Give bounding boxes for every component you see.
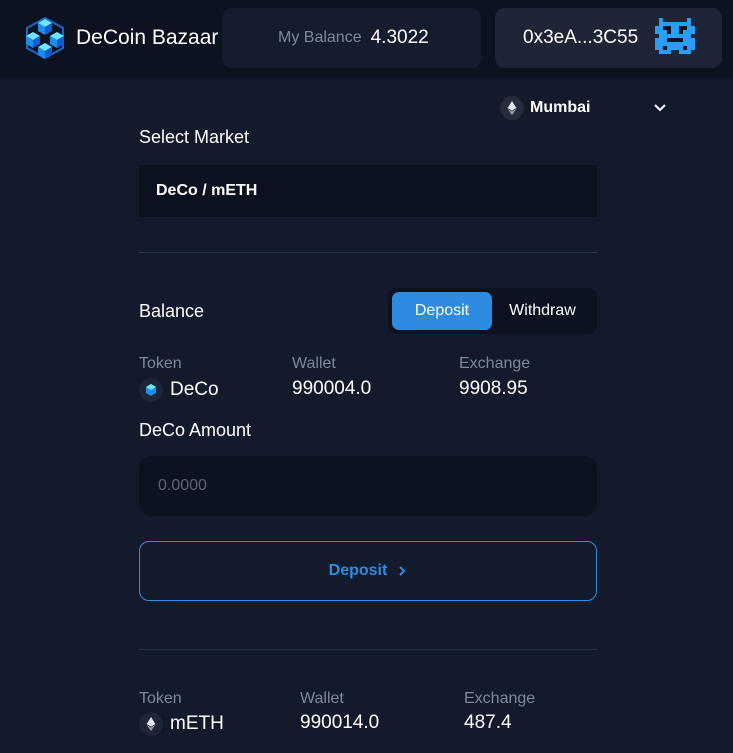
token-name: mETH (170, 713, 224, 734)
brand[interactable]: DeCoin Bazaar (22, 16, 218, 60)
market-select[interactable]: DeCo / mETH (139, 165, 597, 217)
exchange-value: 487.4 (464, 712, 512, 733)
network-label: Mumbai (530, 99, 591, 116)
token-name: DeCo (170, 379, 219, 400)
ethereum-icon (500, 96, 524, 120)
my-balance-box: My Balance 4.3022 (222, 8, 481, 68)
wallet-value: 990004.0 (292, 378, 372, 399)
tab-deposit[interactable]: Deposit (392, 292, 492, 330)
wallet-column-label: Wallet (292, 355, 336, 372)
brand-name: DeCoin Bazaar (76, 26, 219, 49)
tab-withdraw[interactable]: Withdraw (492, 292, 593, 330)
top-bar: DeCoin Bazaar My Balance 4.3022 0x3eA...… (0, 0, 733, 78)
chevron-right-icon (399, 566, 406, 576)
account-address: 0x3eA...3C55 (523, 27, 639, 48)
amount-label: DeCo Amount (139, 420, 252, 440)
network-selector[interactable]: Mumbai (500, 94, 590, 122)
exchange-value: 9908.95 (459, 378, 528, 399)
token-cell-deco: DeCo (139, 378, 219, 402)
pixel-avatar-icon (655, 18, 695, 58)
balance-value: 4.3022 (370, 27, 429, 48)
exchange-column-label: Exchange (459, 355, 531, 372)
token-column-label: Token (139, 690, 182, 707)
deposit-withdraw-toggle: Deposit Withdraw (388, 288, 597, 334)
select-market-title: Select Market (139, 127, 250, 147)
hexagon-cubes-logo-icon (26, 16, 64, 60)
token-cell-meth: mETH (139, 712, 224, 736)
account-button[interactable]: 0x3eA...3C55 (495, 8, 722, 68)
wallet-value: 990014.0 (300, 712, 380, 733)
divider (139, 649, 597, 650)
wallet-column-label: Wallet (300, 690, 344, 707)
deco-token-icon (139, 378, 163, 402)
amount-input[interactable] (139, 456, 597, 516)
ethereum-icon (139, 712, 163, 736)
divider (139, 252, 597, 253)
exchange-column-label: Exchange (464, 690, 536, 707)
balance-label: My Balance (278, 29, 362, 46)
balance-title: Balance (139, 301, 205, 321)
chevron-down-icon[interactable] (652, 99, 668, 115)
token-column-label: Token (139, 355, 182, 372)
deposit-button-label: Deposit (328, 562, 388, 579)
deposit-button[interactable]: Deposit (139, 541, 597, 601)
